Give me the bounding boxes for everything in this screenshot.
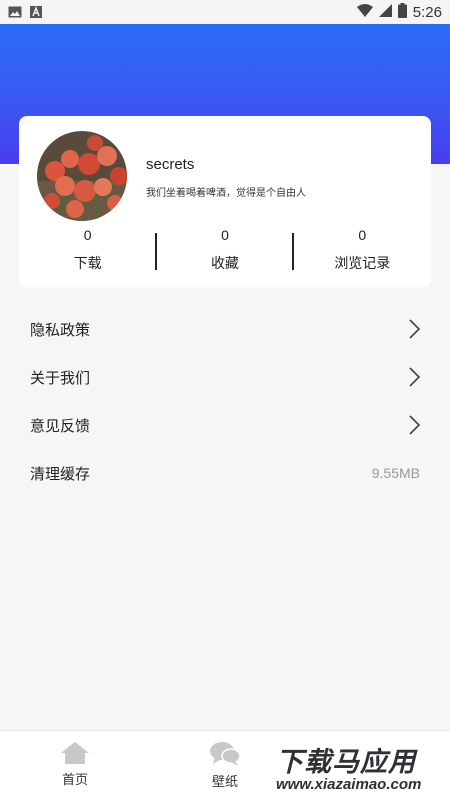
watermark-url: www.xiazaimao.com	[276, 776, 422, 793]
stat-value: 0	[221, 227, 229, 243]
menu-item-privacy[interactable]: 隐私政策	[0, 305, 450, 353]
menu-item-label: 隐私政策	[30, 320, 91, 339]
stats-row: 0 下载 0 收藏 0 浏览记录	[19, 224, 431, 282]
menu-item-feedback[interactable]: 意见反馈	[0, 401, 450, 449]
stat-favorites[interactable]: 0 收藏	[156, 224, 293, 282]
stat-label: 浏览记录	[334, 256, 391, 272]
stat-value: 0	[358, 227, 367, 243]
menu-item-clear-cache[interactable]: 清理缓存 9.55MB	[0, 449, 450, 497]
menu-item-label: 清理缓存	[30, 464, 91, 483]
status-bar: 5:26	[0, 0, 450, 24]
stat-label: 下载	[73, 256, 102, 272]
username: secrets	[146, 156, 195, 173]
chevron-right-icon	[409, 319, 420, 339]
tab-home[interactable]: 首页	[0, 731, 150, 800]
cache-size: 9.55MB	[371, 465, 420, 481]
status-time: 5:26	[412, 3, 442, 21]
home-icon	[61, 742, 89, 764]
tab-label: 壁纸	[211, 775, 238, 790]
menu-item-about[interactable]: 关于我们	[0, 353, 450, 401]
image-icon	[8, 3, 22, 22]
menu-item-label: 意见反馈	[30, 416, 91, 435]
chat-bubbles-icon	[210, 742, 241, 766]
chevron-right-icon	[409, 367, 420, 387]
stat-history[interactable]: 0 浏览记录	[294, 224, 431, 282]
user-motto: 我们坐着喝着啤酒，觉得是个自由人	[146, 188, 306, 199]
chevron-right-icon	[409, 415, 420, 435]
stat-divider	[155, 233, 157, 270]
menu-item-label: 关于我们	[30, 368, 91, 387]
settings-menu: 隐私政策 关于我们 意见反馈 清理缓存 9.55MB	[0, 305, 450, 497]
stat-divider	[292, 233, 294, 270]
tab-label: 首页	[61, 773, 88, 788]
wifi-icon	[356, 3, 373, 21]
avatar[interactable]	[37, 131, 127, 221]
signal-icon	[378, 3, 392, 21]
stat-label: 收藏	[210, 256, 239, 272]
battery-icon	[397, 2, 407, 22]
stat-value: 0	[83, 227, 92, 243]
profile-card: secrets 我们坐着喝着啤酒，觉得是个自由人 0 下载 0 收藏 0 浏览记…	[19, 116, 431, 287]
watermark-text: 下载马应用	[276, 747, 416, 778]
stat-downloads[interactable]: 0 下载	[19, 224, 156, 282]
watermark: 下载马应用 www.xiazaimao.com	[268, 736, 450, 800]
a-icon	[30, 3, 42, 22]
